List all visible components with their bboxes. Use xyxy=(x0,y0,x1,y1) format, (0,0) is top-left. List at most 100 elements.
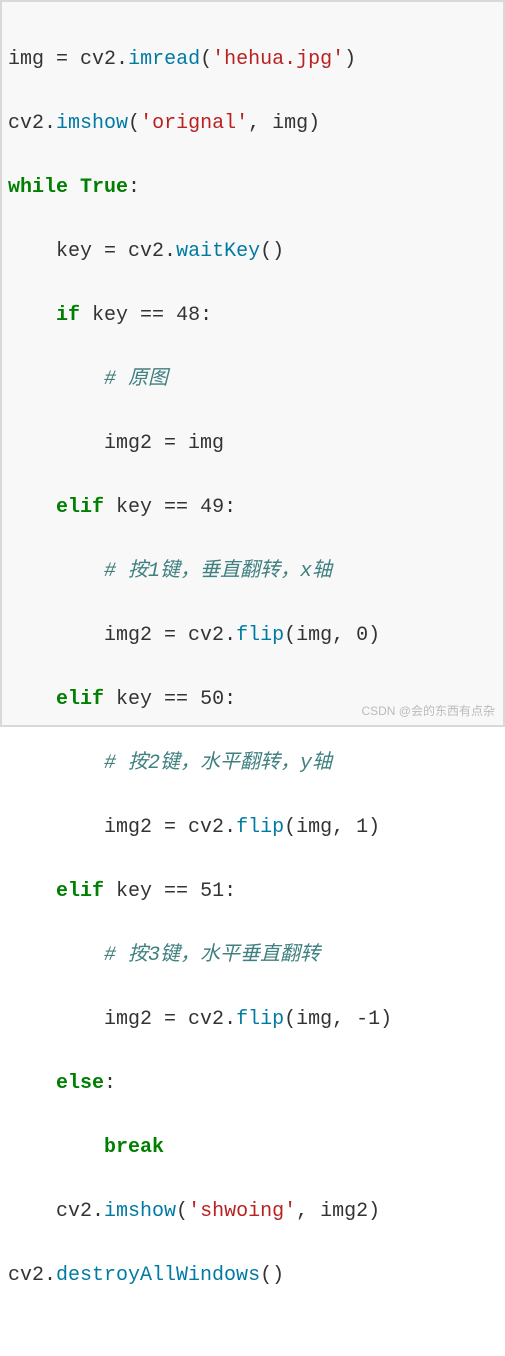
token-op: = xyxy=(164,624,176,647)
token-indent xyxy=(8,304,56,327)
token-paren: () xyxy=(260,1264,284,1287)
token-text: , img2) xyxy=(296,1200,380,1223)
token-paren: ( xyxy=(128,112,140,135)
token-op: == xyxy=(164,880,188,903)
token-comment: # 按1键，垂直翻转，x轴 xyxy=(104,560,332,583)
token-comment: # 按3键，水平垂直翻转 xyxy=(104,944,320,967)
token-op: = xyxy=(104,240,116,263)
token-keyword: while xyxy=(8,176,68,199)
token-func: imread xyxy=(128,48,200,71)
token-text: cv2 xyxy=(8,1200,92,1223)
token-op: = xyxy=(164,1008,176,1031)
token-indent xyxy=(8,752,104,775)
token-dot: . xyxy=(164,240,176,263)
code-line: img = cv2.imread('hehua.jpg') xyxy=(8,44,497,76)
token-colon: : xyxy=(224,688,236,711)
token-op: - xyxy=(356,1008,368,1031)
token-space xyxy=(164,304,176,327)
token-text: key xyxy=(8,240,104,263)
token-text: key xyxy=(104,688,164,711)
code-line: cv2.imshow('shwoing', img2) xyxy=(8,1196,497,1228)
code-line: img2 = cv2.flip(img, -1) xyxy=(8,1004,497,1036)
token-text: cv2 xyxy=(116,240,164,263)
token-text: (img, xyxy=(284,1008,356,1031)
token-paren: ) xyxy=(368,816,380,839)
token-keyword: elif xyxy=(56,688,104,711)
token-paren: ) xyxy=(344,48,356,71)
token-text: img xyxy=(176,432,224,455)
token-string: 'orignal' xyxy=(140,112,248,135)
code-line: while True: xyxy=(8,172,497,204)
token-text: img xyxy=(8,48,56,71)
token-op: = xyxy=(164,432,176,455)
token-func: destroyAllWindows xyxy=(56,1264,260,1287)
token-bool: True xyxy=(80,176,128,199)
code-line: # 按1键，垂直翻转，x轴 xyxy=(8,556,497,588)
token-text: (img, xyxy=(284,816,356,839)
token-text: key xyxy=(104,496,164,519)
token-keyword: elif xyxy=(56,496,104,519)
token-text: cv2 xyxy=(176,624,224,647)
code-line: img2 = cv2.flip(img, 0) xyxy=(8,620,497,652)
token-space xyxy=(188,688,200,711)
token-indent xyxy=(8,944,104,967)
code-line: # 按3键，水平垂直翻转 xyxy=(8,940,497,972)
code-line: img2 = cv2.flip(img, 1) xyxy=(8,812,497,844)
token-string: 'shwoing' xyxy=(188,1200,296,1223)
token-indent xyxy=(8,496,56,519)
token-text: cv2 xyxy=(176,816,224,839)
token-comment: # 按2键，水平翻转，y轴 xyxy=(104,752,332,775)
code-block: img = cv2.imread('hehua.jpg') cv2.imshow… xyxy=(0,0,505,727)
token-space xyxy=(68,176,80,199)
token-paren: () xyxy=(260,240,284,263)
token-func: waitKey xyxy=(176,240,260,263)
token-number: 50 xyxy=(200,688,224,711)
token-text: cv2 xyxy=(68,48,116,71)
token-text: img2 xyxy=(8,816,164,839)
token-number: 1 xyxy=(368,1008,380,1031)
code-line: # 按2键，水平翻转，y轴 xyxy=(8,748,497,780)
code-line: key = cv2.waitKey() xyxy=(8,236,497,268)
token-text: (img, xyxy=(284,624,356,647)
code-line: cv2.destroyAllWindows() xyxy=(8,1260,497,1292)
token-keyword: else xyxy=(56,1072,104,1095)
code-line: break xyxy=(8,1132,497,1164)
token-dot: . xyxy=(224,1008,236,1031)
token-dot: . xyxy=(224,816,236,839)
token-indent xyxy=(8,1136,104,1159)
token-string: 'hehua.jpg' xyxy=(212,48,344,71)
token-text: cv2 xyxy=(8,1264,44,1287)
code-line: img2 = img xyxy=(8,428,497,460)
token-paren: ( xyxy=(176,1200,188,1223)
watermark: CSDN @会的东西有点杂 xyxy=(361,702,495,721)
token-op: = xyxy=(164,816,176,839)
token-op: = xyxy=(56,48,68,71)
token-colon: : xyxy=(128,176,140,199)
token-paren: ( xyxy=(200,48,212,71)
token-paren: ) xyxy=(368,624,380,647)
token-indent xyxy=(8,880,56,903)
token-text: key xyxy=(80,304,140,327)
token-number: 48 xyxy=(176,304,200,327)
token-text: key xyxy=(104,880,164,903)
code-line: cv2.imshow('orignal', img) xyxy=(8,108,497,140)
code-line: else: xyxy=(8,1068,497,1100)
token-text: img2 xyxy=(8,432,164,455)
token-func: flip xyxy=(236,816,284,839)
token-number: 51 xyxy=(200,880,224,903)
token-indent xyxy=(8,688,56,711)
token-func: flip xyxy=(236,1008,284,1031)
token-comment: # 原图 xyxy=(104,368,168,391)
token-number: 0 xyxy=(356,624,368,647)
token-indent xyxy=(8,1072,56,1095)
token-paren: ) xyxy=(380,1008,392,1031)
token-text: img2 xyxy=(8,624,164,647)
token-func: imshow xyxy=(104,1200,176,1223)
token-keyword: break xyxy=(104,1136,164,1159)
code-line: if key == 48: xyxy=(8,300,497,332)
token-colon: : xyxy=(224,496,236,519)
token-colon: : xyxy=(104,1072,116,1095)
token-text: cv2 xyxy=(8,112,44,135)
token-dot: . xyxy=(44,112,56,135)
code-line: elif key == 51: xyxy=(8,876,497,908)
